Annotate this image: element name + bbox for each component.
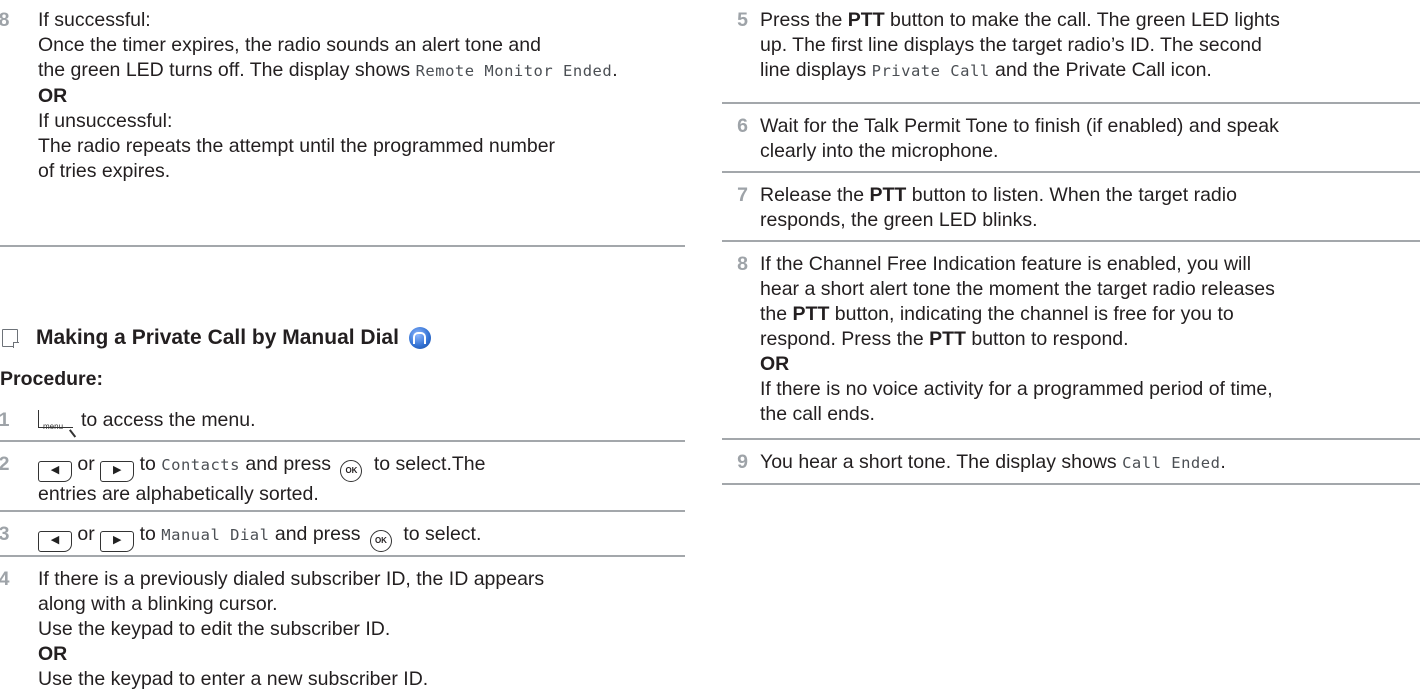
left-arrow-key-icon: ◀: [38, 531, 72, 552]
divider: [0, 245, 685, 247]
divider: [722, 171, 1420, 173]
menu-key-icon: menu: [38, 410, 73, 431]
procedure-heading: Procedure:: [0, 368, 103, 390]
step-8-right: 8 If the Channel Free Indication feature…: [737, 253, 1275, 425]
step-9: 9 You hear a short tone. The display sho…: [737, 451, 1226, 473]
step-6: 6 Wait for the Talk Permit Tone to finis…: [737, 115, 1279, 162]
divider: [0, 510, 685, 512]
step-3: 3 ◀ or ▶ to Manual Dial and press OK to …: [0, 522, 728, 552]
divider: [0, 555, 685, 557]
divider: [0, 440, 685, 442]
step-1: 1 menu to access the menu.: [0, 409, 256, 431]
divider: [722, 438, 1420, 440]
step-2: 2 ◀ or ▶ to Contacts and press OK to sel…: [0, 453, 486, 505]
digital-mode-icon: [408, 327, 431, 349]
divider: [722, 483, 1420, 485]
step-8-left: 8 If successful: Once the timer expires,…: [0, 8, 728, 184]
divider: [722, 240, 1420, 242]
step-number: 8: [0, 9, 10, 31]
step-7: 7 Release the PTT button to listen. When…: [737, 184, 1237, 231]
step-5: 5 Press the PTT button to make the call.…: [737, 9, 1280, 81]
step-text: If successful: Once the timer expires, t…: [38, 9, 618, 182]
display-text: Remote Monitor Ended: [415, 62, 613, 80]
right-arrow-key-icon: ▶: [100, 531, 135, 552]
section-title: Making a Private Call by Manual Dial: [0, 326, 431, 350]
ok-key-icon: OK: [340, 460, 363, 482]
left-arrow-key-icon: ◀: [38, 461, 72, 482]
right-arrow-key-icon: ▶: [100, 461, 135, 482]
divider: [722, 102, 1420, 104]
ok-key-icon: OK: [369, 530, 392, 552]
document-icon: [2, 329, 19, 348]
step-4: 4 If there is a previously dialed subscr…: [0, 568, 545, 690]
